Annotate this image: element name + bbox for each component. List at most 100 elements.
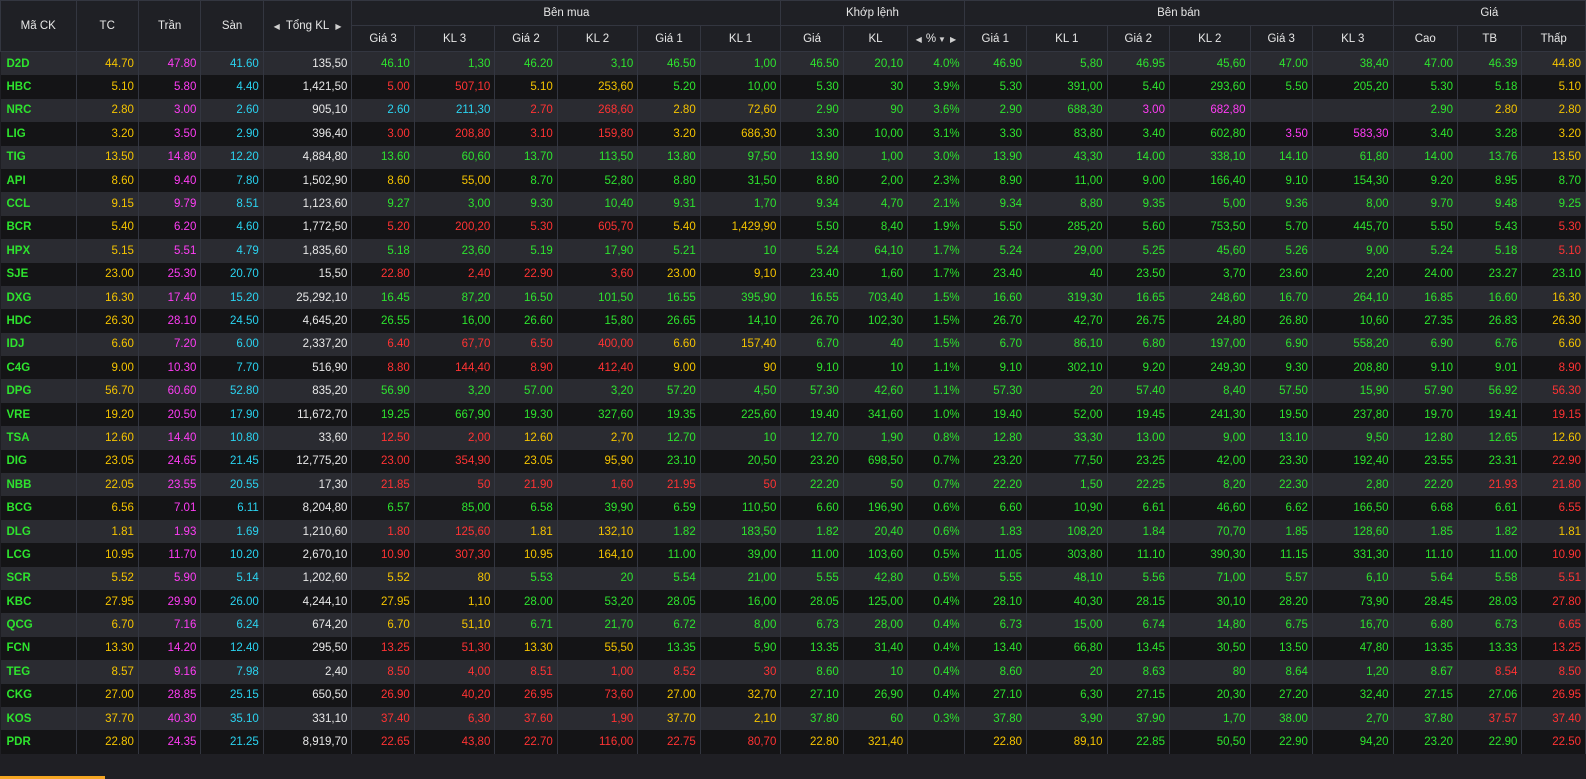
caret-left-icon[interactable]: ◀	[274, 22, 280, 31]
cell-code[interactable]: TSA	[0, 426, 77, 450]
table-row[interactable]: LIG 3.20 3.50 2.90 396,40 3.00 208,80 3.10 159,8…	[0, 122, 1586, 146]
col-total-volume-header[interactable]: ◀ Tổng KL ▶	[262, 0, 353, 52]
cell-code[interactable]: KBC	[0, 589, 77, 614]
cell-match-vol: 8,40	[843, 215, 909, 240]
table-row[interactable]: TIG 13.50 14.80 12.20 4,884,80 13.60 60,60 13.7…	[0, 145, 1586, 169]
table-row[interactable]: TEG 8.57 9.16 7.98 2,40 8.50 4,00 8.51 1,00 8.52 3…	[0, 660, 1586, 684]
table-row[interactable]: C4G 9.00 10.30 7.70 516,90 8.80 144,40 8.90 412,…	[0, 356, 1586, 380]
cell-code[interactable]: BCR	[0, 215, 77, 240]
table-row[interactable]: SJE 23.00 25.30 20.70 15,50 22.80 2,40 22.90 3,6…	[0, 262, 1586, 286]
cell-code[interactable]: CCL	[0, 192, 77, 216]
buy-price3-header[interactable]: Giá 3	[351, 25, 415, 52]
low-header[interactable]: Thấp	[1521, 25, 1586, 52]
cell-code[interactable]: FCN	[0, 636, 77, 661]
table-row[interactable]: NRC 2.80 3.00 2.60 905,10 2.60 211,30 2.70 268,6…	[0, 98, 1586, 123]
table-row[interactable]: HBC 5.10 5.80 4.40 1,421,50 5.00 507,10 5.10 253…	[0, 75, 1586, 99]
cell-code[interactable]: IDJ	[0, 332, 77, 357]
table-row[interactable]: LCG 10.95 11.70 10.20 2,670,10 10.90 307,30 10.…	[0, 543, 1586, 567]
col-floor-header[interactable]: Sàn	[200, 0, 264, 52]
sell-vol1-header[interactable]: KL 1	[1026, 25, 1108, 52]
table-row[interactable]: FCN 13.30 14.20 12.40 295,50 13.25 51,30 13.30 5…	[0, 636, 1586, 661]
col-ref-header[interactable]: TC	[75, 0, 139, 52]
cell-buy-price2: 6.71	[494, 613, 558, 637]
cell-code[interactable]: DLG	[0, 519, 77, 544]
table-row[interactable]: HDC 26.30 28.10 24.50 4,645,20 26.55 16,00 26.6…	[0, 309, 1586, 333]
table-row[interactable]: API 8.60 9.40 7.80 1,502,90 8.60 55,00 8.70 52,8…	[0, 168, 1586, 193]
table-row[interactable]: VRE 19.20 20.50 17.90 11,672,70 19.25 667,90 19…	[0, 402, 1586, 427]
buy-vol3-header[interactable]: KL 3	[413, 25, 496, 52]
high-header[interactable]: Cao	[1392, 25, 1459, 52]
table-row[interactable]: CCL 9.15 9.79 8.51 1,123,60 9.27 3,00 9.30 10,40…	[0, 192, 1586, 216]
avg-header[interactable]: TB	[1456, 25, 1523, 52]
sort-icon[interactable]: ▼	[938, 35, 946, 44]
cell-code[interactable]: NBB	[0, 473, 77, 497]
cell-code[interactable]: LIG	[0, 122, 77, 146]
table-row[interactable]: DPG 56.70 60.60 52.80 835,20 56.90 3,20 57.00 3,…	[0, 379, 1586, 403]
table-row[interactable]: CKG 27.00 28.85 25.15 650,50 26.90 40,20 26.95 7…	[0, 683, 1586, 707]
buy-vol2-header[interactable]: KL 2	[556, 25, 639, 52]
col-ceiling-header[interactable]: Trần	[137, 0, 202, 52]
table-row[interactable]: QCG 6.70 7.16 6.24 674,20 6.70 51,10 6.71 21,70 6…	[0, 613, 1586, 637]
cell-sell-vol2: 248,60	[1169, 285, 1251, 310]
table-row[interactable]: SCR 5.52 5.90 5.14 1,202,60 5.52 80 5.53 20 5.54 2…	[0, 566, 1586, 590]
cell-match-price: 16.55	[780, 285, 844, 310]
buy-vol1-header[interactable]: KL 1	[699, 25, 782, 52]
caret-left-icon[interactable]: ◀	[916, 35, 922, 44]
cell-buy-price1: 2.80	[637, 98, 701, 123]
cell-code[interactable]: QCG	[0, 613, 77, 637]
cell-code[interactable]: HDC	[0, 309, 77, 333]
table-row[interactable]: BCR 5.40 6.20 4.60 1,772,50 5.20 200,20 5.30 605…	[0, 215, 1586, 240]
cell-match-price: 57.30	[780, 379, 844, 403]
cell-avg: 27.06	[1457, 683, 1523, 707]
cell-code[interactable]: PDR	[0, 730, 77, 754]
cell-code[interactable]: C4G	[0, 356, 77, 380]
cell-code[interactable]: DPG	[0, 379, 77, 403]
match-price-header[interactable]: Giá	[780, 25, 844, 52]
table-row[interactable]: D2D 44.70 47.80 41.60 135,50 46.10 1,30 46.20 3,…	[0, 51, 1586, 76]
table-row[interactable]: IDJ 6.60 7.20 6.00 2,337,20 6.40 67,70 6.50 400,…	[0, 332, 1586, 357]
table-row[interactable]: TSA 12.60 14.40 10.80 33,60 12.50 2,00 12.60 2,7…	[0, 426, 1586, 450]
cell-code[interactable]: DXG	[0, 285, 77, 310]
cell-code[interactable]: HBC	[0, 75, 77, 99]
cell-sell-price3: 22.90	[1250, 730, 1313, 754]
cell-code[interactable]: TIG	[0, 145, 77, 169]
cell-buy-vol2: 605,70	[557, 215, 639, 240]
sell-price3-header[interactable]: Giá 3	[1249, 25, 1313, 52]
cell-code[interactable]: VRE	[0, 402, 77, 427]
caret-right-icon[interactable]: ▶	[950, 35, 956, 44]
cell-code[interactable]: D2D	[0, 51, 77, 76]
col-code-header[interactable]: Mã CK	[0, 0, 77, 52]
cell-total-volume: 4,244,10	[263, 589, 353, 614]
table-row[interactable]: NBB 22.05 23.55 20.55 17,30 21.85 50 21.90 1,60 2…	[0, 473, 1586, 497]
cell-code[interactable]: KOS	[0, 706, 77, 731]
table-row[interactable]: DXG 16.30 17.40 15.20 25,292,10 16.45 87,20 16.…	[0, 285, 1586, 310]
cell-code[interactable]: CKG	[0, 683, 77, 707]
cell-code[interactable]: DIG	[0, 449, 77, 474]
match-vol-header[interactable]: KL	[842, 25, 909, 52]
buy-price2-header[interactable]: Giá 2	[494, 25, 558, 52]
cell-code[interactable]: TEG	[0, 660, 77, 684]
table-row[interactable]: DIG 23.05 24.65 21.45 12,775,20 23.00 354,90 23…	[0, 449, 1586, 474]
table-row[interactable]: DLG 1.81 1.93 1.69 1,210,60 1.80 125,60 1.81 132…	[0, 519, 1586, 544]
table-row[interactable]: KBC 27.95 29.90 26.00 4,244,10 27.95 1,10 28.00…	[0, 589, 1586, 614]
cell-code[interactable]: BCG	[0, 496, 77, 520]
table-row[interactable]: KOS 37.70 40.30 35.10 331,10 37.40 6,30 37.60 1,…	[0, 706, 1586, 731]
sell-price2-header[interactable]: Giá 2	[1106, 25, 1170, 52]
caret-right-icon[interactable]: ▶	[335, 22, 341, 31]
cell-code[interactable]: SJE	[0, 262, 77, 286]
cell-sell-vol1: 86,10	[1026, 332, 1108, 357]
table-row[interactable]: BCG 6.56 7.01 6.11 8,204,80 6.57 85,00 6.58 39,9…	[0, 496, 1586, 520]
table-row[interactable]: HPX 5.15 5.51 4.79 1,835,60 5.18 23,60 5.19 17,9…	[0, 239, 1586, 263]
cell-code[interactable]: LCG	[0, 543, 77, 567]
sell-vol2-header[interactable]: KL 2	[1168, 25, 1251, 52]
buy-price1-header[interactable]: Giá 1	[637, 25, 701, 52]
cell-code[interactable]: SCR	[0, 566, 77, 590]
cell-ref: 6.70	[76, 613, 139, 637]
table-row[interactable]: PDR 22.80 24.35 21.25 8,919,70 22.65 43,80 22.7…	[0, 730, 1586, 754]
cell-code[interactable]: NRC	[0, 98, 77, 123]
match-pct-header[interactable]: ◀% ▼ ▶	[907, 25, 965, 52]
cell-code[interactable]: HPX	[0, 239, 77, 263]
cell-code[interactable]: API	[0, 168, 77, 193]
sell-price1-header[interactable]: Giá 1	[963, 25, 1028, 52]
sell-vol3-header[interactable]: KL 3	[1311, 25, 1394, 52]
